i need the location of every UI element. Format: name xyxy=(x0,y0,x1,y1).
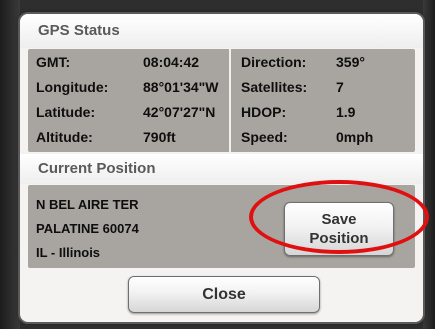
speed-value: 0mph xyxy=(336,129,374,145)
gmt-label: GMT: xyxy=(36,54,71,70)
longitude-value: 88°01'34"W xyxy=(143,79,219,95)
satellites-label: Satellites: xyxy=(241,79,308,95)
current-position-header: Current Position xyxy=(20,154,423,184)
save-position-label-line1: Save xyxy=(321,211,357,228)
gmt-value: 08:04:42 xyxy=(143,54,200,70)
background-right xyxy=(423,0,435,329)
column-divider xyxy=(229,49,231,152)
altitude-label: Altitude: xyxy=(36,129,93,145)
hdop-value: 1.9 xyxy=(336,104,356,120)
address-city-zip: PALATINE 60074 xyxy=(36,221,139,236)
close-button[interactable]: Close xyxy=(128,276,320,313)
gps-status-dialog: GPS Status GMT: 08:04:42 Longitude: 88°0… xyxy=(20,14,423,322)
speed-label: Speed: xyxy=(241,129,288,145)
background-left xyxy=(0,0,20,329)
longitude-label: Longitude: xyxy=(36,79,109,95)
latitude-value: 42°07'27"N xyxy=(143,104,216,120)
direction-label: Direction: xyxy=(241,54,307,70)
save-position-button[interactable]: Save Position xyxy=(284,202,394,256)
direction-value: 359° xyxy=(336,54,365,70)
gps-status-header: GPS Status xyxy=(20,14,423,48)
latitude-label: Latitude: xyxy=(36,104,96,120)
hdop-label: HDOP: xyxy=(241,104,287,120)
satellites-value: 7 xyxy=(336,79,344,95)
altitude-value: 790ft xyxy=(143,129,176,145)
address-state: IL - Illinois xyxy=(36,245,101,260)
save-position-label-line2: Position xyxy=(309,230,369,247)
gps-status-panel: GMT: 08:04:42 Longitude: 88°01'34"W Lati… xyxy=(28,49,415,152)
address-street: N BEL AIRE TER xyxy=(36,197,139,212)
